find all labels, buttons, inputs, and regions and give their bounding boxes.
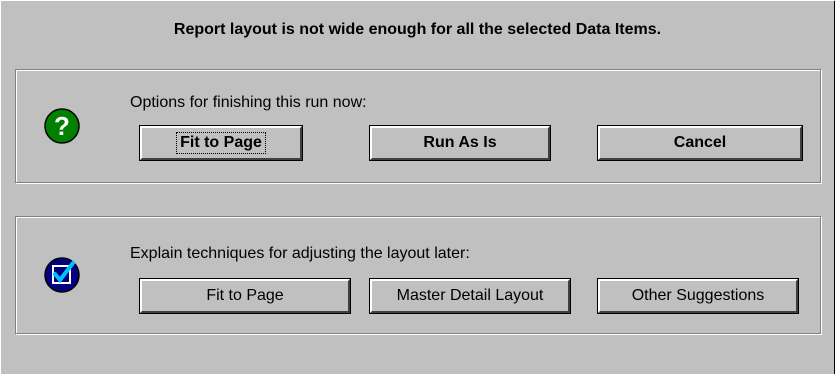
other-suggestions-label: Other Suggestions [631, 287, 765, 304]
dialog-header: Report layout is not wide enough for all… [173, 21, 662, 38]
fit-to-page-run-button[interactable]: Fit to Page [139, 125, 303, 161]
explain-later-group: Explain techniques for adjusting the lay… [15, 216, 821, 334]
fit-to-page-explain-button[interactable]: Fit to Page [139, 278, 351, 314]
report-layout-dialog: Report layout is not wide enough for all… [0, 0, 835, 374]
finish-now-group: ? Options for finishing this run now: Fi… [15, 69, 821, 183]
cancel-button[interactable]: Cancel [597, 125, 803, 161]
question-icon: ? [44, 108, 80, 144]
fit-to-page-run-label: Fit to Page [176, 132, 266, 154]
other-suggestions-button[interactable]: Other Suggestions [597, 278, 799, 314]
svg-text:?: ? [54, 111, 70, 141]
finish-now-label: Options for finishing this run now: [130, 94, 367, 111]
checkbox-icon [44, 257, 80, 293]
master-detail-layout-label: Master Detail Layout [396, 287, 544, 304]
run-as-is-label: Run As Is [423, 134, 497, 151]
explain-later-label: Explain techniques for adjusting the lay… [130, 245, 470, 262]
fit-to-page-explain-label: Fit to Page [206, 287, 284, 304]
master-detail-layout-button[interactable]: Master Detail Layout [369, 278, 571, 314]
run-as-is-button[interactable]: Run As Is [369, 125, 551, 161]
cancel-label: Cancel [673, 134, 727, 151]
